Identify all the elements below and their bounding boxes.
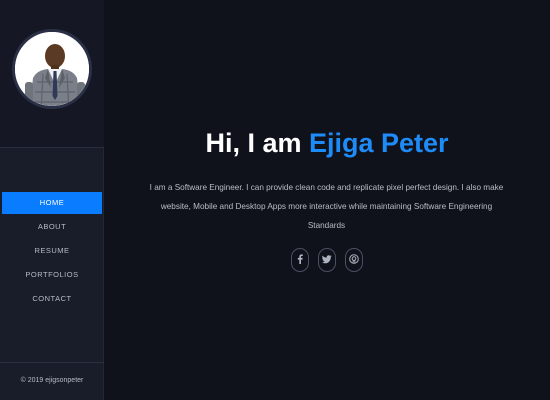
twitter-link[interactable]	[318, 248, 336, 272]
twitter-icon	[322, 254, 332, 266]
avatar-section	[0, 0, 104, 148]
nav-item-about[interactable]: ABOUT	[2, 216, 102, 238]
portfolio-app: HOME ABOUT RESUME PORTFOLIOS CONTACT © 2…	[0, 0, 550, 400]
avatar	[12, 17, 92, 129]
page-title: Hi, I am Ejiga Peter	[104, 128, 550, 159]
nav-item-home[interactable]: HOME	[2, 192, 102, 214]
portrait-image	[15, 32, 89, 106]
nav-item-resume[interactable]: RESUME	[2, 240, 102, 262]
profile-bio: I am a Software Engineer. I can provide …	[149, 183, 504, 230]
facebook-icon	[296, 254, 304, 266]
main-nav: HOME ABOUT RESUME PORTFOLIOS CONTACT	[0, 192, 104, 312]
main-content: Hi, I am Ejiga Peter I am a Software Eng…	[104, 0, 550, 400]
nav-item-contact[interactable]: CONTACT	[2, 288, 102, 310]
footer-copyright: © 2019 ejigsonpeter	[0, 362, 104, 400]
avatar-photo	[12, 29, 92, 109]
social-links	[104, 248, 550, 272]
sidebar: HOME ABOUT RESUME PORTFOLIOS CONTACT © 2…	[0, 0, 104, 400]
nav-item-portfolios[interactable]: PORTFOLIOS	[2, 264, 102, 286]
github-link[interactable]	[345, 248, 363, 272]
profile-name: Ejiga Peter	[308, 128, 449, 158]
greeting-text: Hi, I am	[205, 128, 309, 158]
github-icon	[349, 254, 359, 266]
facebook-link[interactable]	[291, 248, 309, 272]
